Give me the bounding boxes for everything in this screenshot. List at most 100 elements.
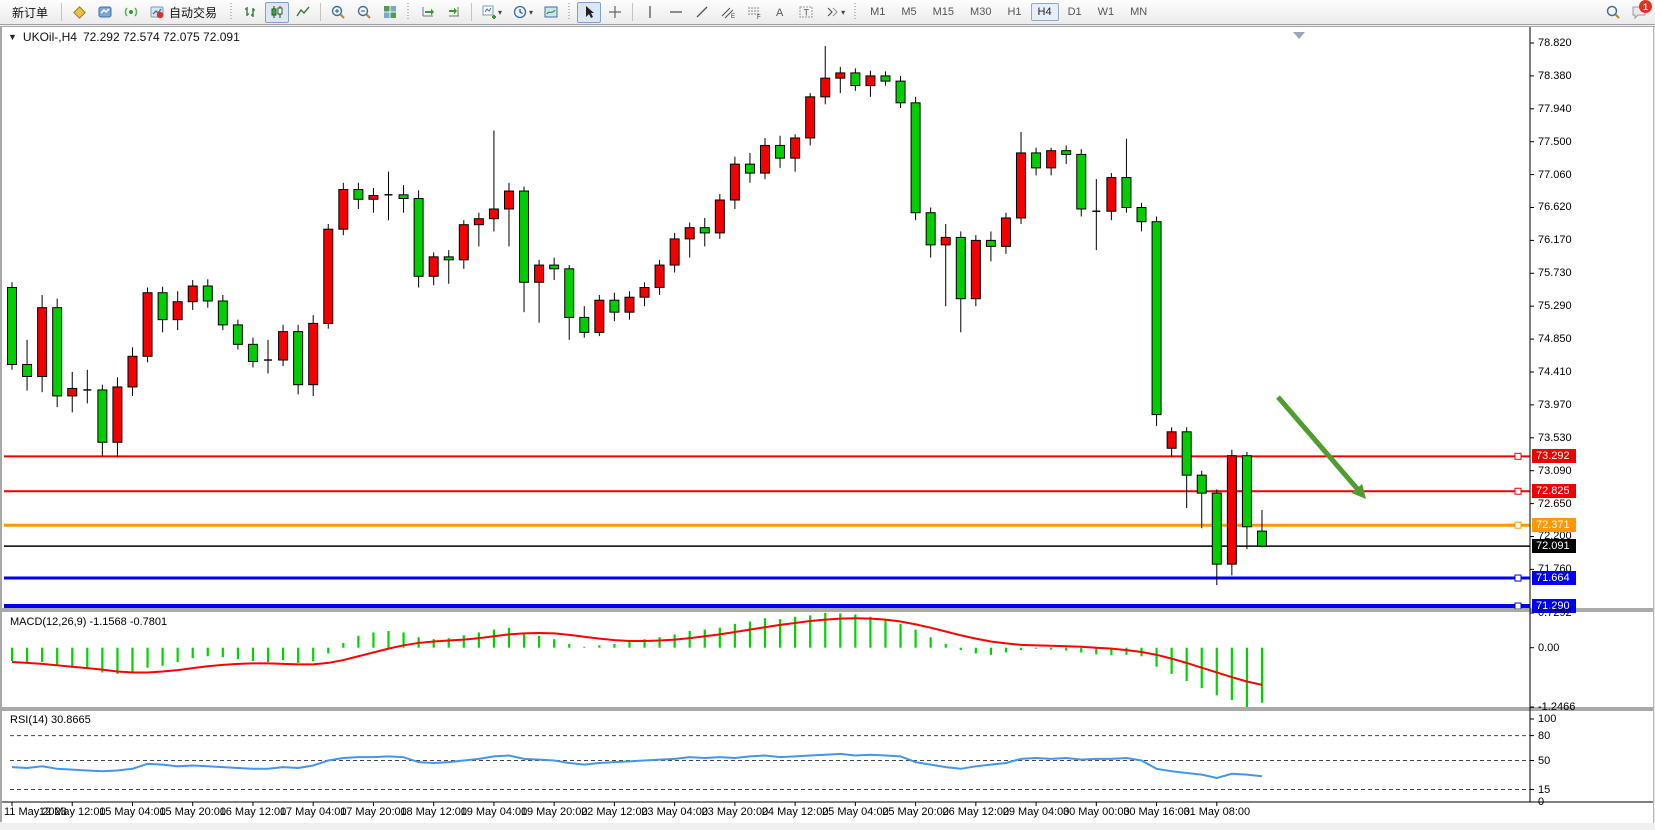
candle-body bbox=[1001, 218, 1010, 246]
chart-properties-button[interactable] bbox=[539, 2, 563, 23]
date-axis-label: 16 May 12:00 bbox=[220, 806, 287, 818]
new-order-label: 新订单 bbox=[8, 4, 52, 21]
trendline-icon bbox=[694, 4, 710, 20]
price-axis-label: 76.620 bbox=[1538, 201, 1572, 213]
candle-body bbox=[866, 76, 875, 86]
candle-body bbox=[128, 356, 137, 387]
bar-chart-mode-button[interactable] bbox=[239, 2, 263, 23]
candle-body bbox=[565, 269, 574, 318]
current-price-tag: 72.091 bbox=[1532, 539, 1576, 553]
svg-text:T: T bbox=[804, 8, 810, 18]
timeframe-d1-button[interactable]: D1 bbox=[1061, 3, 1089, 21]
horizontal-line-button[interactable] bbox=[664, 2, 688, 23]
candle-body bbox=[504, 191, 513, 209]
candle-body bbox=[1017, 153, 1026, 218]
trendline-button[interactable] bbox=[690, 2, 714, 23]
terminal-button[interactable] bbox=[93, 2, 117, 23]
notifications-button[interactable]: 1 bbox=[1627, 2, 1651, 23]
candle-body bbox=[791, 138, 800, 158]
metaeditor-button[interactable] bbox=[67, 2, 91, 23]
timeframe-m1-button[interactable]: M1 bbox=[863, 3, 892, 21]
price-line-tag[interactable]: 72.371 bbox=[1532, 518, 1576, 532]
arrows-button[interactable]: ▾ bbox=[820, 2, 849, 23]
candle-body bbox=[8, 287, 17, 364]
price-line-tag[interactable]: 73.292 bbox=[1532, 449, 1576, 463]
line-chart-mode-button[interactable] bbox=[291, 2, 315, 23]
chart-ohlc-values: 72.292 72.574 72.075 72.091 bbox=[83, 30, 240, 44]
timeframe-m15-button[interactable]: M15 bbox=[926, 3, 961, 21]
search-button[interactable] bbox=[1601, 2, 1625, 23]
dropdown-arrow-icon[interactable]: ▾ bbox=[841, 8, 845, 17]
zoom-out-button[interactable] bbox=[352, 2, 376, 23]
toolbar-separator bbox=[632, 3, 633, 21]
candle-body bbox=[399, 195, 408, 199]
date-axis-label: 22 May 12:00 bbox=[581, 806, 648, 818]
timeframe-h4-button[interactable]: H4 bbox=[1031, 3, 1059, 21]
candle-body bbox=[1242, 456, 1251, 527]
auto-trading-button[interactable]: 自动交易 bbox=[145, 2, 225, 23]
candle-body bbox=[776, 145, 785, 158]
date-axis-label: 17 May 20:00 bbox=[340, 806, 407, 818]
price-line-tag[interactable]: 71.664 bbox=[1532, 571, 1576, 585]
vertical-line-button[interactable] bbox=[638, 2, 662, 23]
date-axis-label: 30 May 00:00 bbox=[1063, 806, 1130, 818]
auto-trading-label: 自动交易 bbox=[165, 4, 221, 21]
zoom-in-button[interactable] bbox=[326, 2, 350, 23]
rsi-axis-label: 0 bbox=[1538, 796, 1544, 808]
equidistant-channel-button[interactable]: E bbox=[716, 2, 740, 23]
crosshair-button[interactable] bbox=[603, 2, 627, 23]
timeframe-m5-button[interactable]: M5 bbox=[894, 3, 923, 21]
candle-body bbox=[1047, 151, 1056, 168]
timeframe-h1-button[interactable]: H1 bbox=[1000, 3, 1028, 21]
symbol-dropdown-icon[interactable]: ▼ bbox=[8, 32, 17, 42]
support-line-blue-2-handle[interactable] bbox=[1515, 603, 1521, 609]
resistance-line-2-handle[interactable] bbox=[1515, 488, 1521, 494]
candle-body bbox=[173, 302, 182, 320]
date-axis-label: 31 May 08:00 bbox=[1183, 806, 1250, 818]
signals-button[interactable] bbox=[119, 2, 143, 23]
dropdown-arrow-icon[interactable]: ▾ bbox=[498, 8, 502, 17]
new-chart-button[interactable]: ▾ bbox=[477, 2, 506, 23]
price-chart[interactable] bbox=[2, 27, 1655, 823]
new-order-button[interactable]: 新订单 bbox=[4, 2, 56, 23]
candle-body bbox=[354, 190, 363, 200]
candlestick-mode-button[interactable] bbox=[265, 2, 289, 23]
cursor-button[interactable] bbox=[577, 2, 601, 23]
tile-windows-button[interactable] bbox=[378, 2, 402, 23]
candle-body bbox=[655, 265, 664, 287]
rsi-pane-label: RSI(14) 30.8665 bbox=[10, 714, 91, 726]
dropdown-arrow-icon[interactable]: ▾ bbox=[529, 8, 533, 17]
fibonacci-button[interactable]: F bbox=[742, 2, 766, 23]
line-chart-icon bbox=[295, 4, 311, 20]
price-axis-label: 78.820 bbox=[1538, 37, 1572, 49]
candle-body bbox=[535, 265, 544, 282]
chart-shift-button[interactable] bbox=[442, 2, 466, 23]
resistance-line-1-handle[interactable] bbox=[1515, 453, 1521, 459]
periods-button[interactable]: ▾ bbox=[508, 2, 537, 23]
support-line-orange-handle[interactable] bbox=[1515, 522, 1521, 528]
svg-text:E: E bbox=[731, 14, 735, 20]
timeframe-mn-button[interactable]: MN bbox=[1123, 3, 1154, 21]
chart-title[interactable]: ▼ UKOil-,H4 72.292 72.574 72.075 72.091 bbox=[8, 30, 240, 44]
price-axis-label: 77.940 bbox=[1538, 103, 1572, 115]
candle-body bbox=[1182, 432, 1191, 475]
candle-body bbox=[911, 103, 920, 213]
macd-pane-label: MACD(12,26,9) -1.1568 -0.7801 bbox=[10, 616, 167, 628]
text-label-button[interactable]: T bbox=[794, 2, 818, 23]
notification-badge: 1 bbox=[1639, 0, 1652, 13]
support-line-blue-1-handle[interactable] bbox=[1515, 575, 1521, 581]
auto-scroll-button[interactable] bbox=[416, 2, 440, 23]
timeframe-w1-button[interactable]: W1 bbox=[1091, 3, 1122, 21]
price-axis-label: 76.170 bbox=[1538, 234, 1572, 246]
gold-diamond-icon bbox=[71, 4, 87, 20]
candle-body bbox=[279, 332, 288, 360]
price-axis-label: 73.090 bbox=[1538, 465, 1572, 477]
terminal-icon bbox=[97, 4, 113, 20]
toolbar-grip bbox=[854, 3, 858, 21]
price-axis-label: 78.380 bbox=[1538, 70, 1572, 82]
price-line-tag[interactable]: 72.825 bbox=[1532, 484, 1576, 498]
text-button[interactable]: A bbox=[768, 2, 792, 23]
date-axis-label: 18 May 12:00 bbox=[400, 806, 467, 818]
candle-body bbox=[309, 323, 318, 384]
timeframe-m30-button[interactable]: M30 bbox=[963, 3, 998, 21]
